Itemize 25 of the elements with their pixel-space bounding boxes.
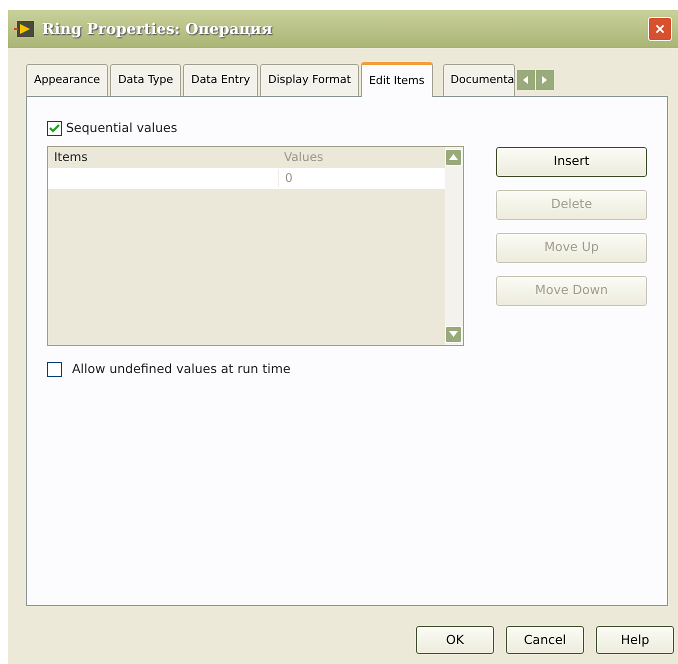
dialog-button[interactable]: Cancel — [506, 626, 584, 654]
scrollbar[interactable] — [445, 146, 463, 345]
tab[interactable]: Appearance — [26, 64, 108, 96]
column-header: Items — [53, 149, 89, 166]
scroll-up-icon[interactable] — [445, 148, 462, 166]
close-icon[interactable] — [655, 22, 665, 36]
tab[interactable]: Data Entry — [183, 64, 258, 96]
checkbox-label: Sequential values — [66, 119, 178, 137]
tab[interactable]: Data Type — [110, 64, 182, 96]
scroll-right-icon[interactable] — [536, 70, 554, 90]
column-header: Values — [283, 149, 324, 166]
application-icon — [14, 20, 36, 38]
checkbox[interactable] — [47, 362, 62, 377]
tab[interactable]: Documenta — [442, 64, 516, 96]
close-button[interactable] — [648, 17, 672, 41]
checkbox-label: Allow undefined values at run time — [72, 360, 291, 378]
action-button[interactable]: Insert — [496, 146, 647, 177]
dialog-button[interactable]: OK — [416, 626, 494, 654]
tab[interactable]: Edit Items — [360, 62, 433, 97]
dialog-button[interactable]: Help — [596, 626, 674, 654]
scroll-down-icon[interactable] — [445, 326, 462, 343]
checkbox[interactable] — [47, 120, 62, 136]
window-title: Ring Properties: Операция — [42, 18, 272, 40]
scroll-left-icon[interactable] — [516, 70, 535, 90]
tab[interactable]: Display Format — [260, 64, 359, 96]
